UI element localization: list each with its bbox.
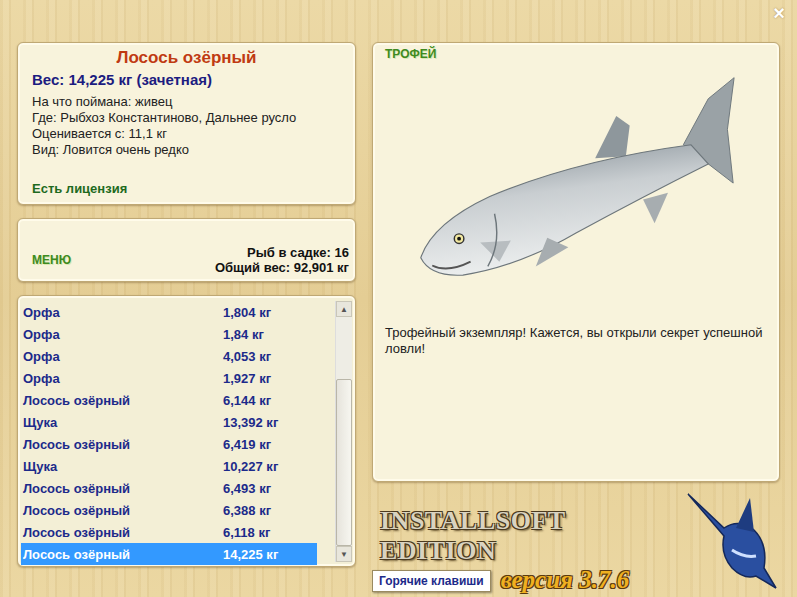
left-column: Лосось озёрный Вес: 14,225 кг (зачетная)… — [17, 42, 356, 597]
license-status: Есть лицензия — [32, 181, 341, 196]
catch-row[interactable]: Орфа 4,053 кг — [21, 345, 317, 367]
row-weight: 10,227 кг — [223, 459, 278, 474]
title-bar: × — [0, 0, 797, 42]
trophy-message: Трофейный экземпляр! Кажется, вы открыли… — [385, 325, 767, 357]
row-name: Лосось озёрный — [23, 437, 223, 452]
row-weight: 6,388 кг — [223, 503, 271, 518]
scroll-thumb[interactable] — [336, 379, 352, 546]
row-weight: 13,392 кг — [223, 415, 278, 430]
right-column: ТРОФЕЙ Трофейный экземпляр! Кажется, вы … — [372, 42, 780, 597]
row-weight: 14,225 кг — [223, 547, 278, 562]
trophy-label: ТРОФЕЙ — [385, 47, 767, 61]
catch-rows: Орфа 1,804 кгОрфа 1,84 кгОрфа 4,053 кгОр… — [21, 301, 335, 562]
scroll-track[interactable] — [336, 317, 352, 546]
row-name: Лосось озёрный — [23, 481, 223, 496]
scrollbar[interactable]: ▲ ▼ — [335, 301, 352, 562]
row-name: Лосось озёрный — [23, 547, 223, 562]
row-weight: 1,84 кг — [223, 327, 264, 342]
catch-row[interactable]: Лосось озёрный 6,493 кг — [21, 477, 317, 499]
row-name: Орфа — [23, 305, 223, 320]
catch-row[interactable]: Лосось озёрный 6,144 кг — [21, 389, 317, 411]
marlin-icon — [684, 488, 780, 592]
row-weight: 1,927 кг — [223, 371, 271, 386]
row-name: Орфа — [23, 371, 223, 386]
scroll-down-button[interactable]: ▼ — [336, 546, 352, 562]
catch-row[interactable]: Лосось озёрный 14,225 кг — [21, 543, 317, 565]
catch-row[interactable]: Орфа 1,804 кг — [21, 301, 317, 323]
logo-title: INSTALLSOFT EDITION — [372, 506, 684, 566]
keepnet-stats: Рыб в садке: 16 Общий вес: 92,901 кг — [215, 245, 349, 275]
row-weight: 6,493 кг — [223, 481, 271, 496]
detail-line: Оценивается с: 11,1 кг — [32, 126, 341, 142]
bottom-area: INSTALLSOFT EDITION Горячие клавиши верс… — [372, 482, 780, 597]
row-weight: 6,144 кг — [223, 393, 271, 408]
scroll-up-button[interactable]: ▲ — [336, 301, 352, 317]
catch-list: Орфа 1,804 кгОрфа 1,84 кгОрфа 4,053 кгОр… — [17, 295, 356, 567]
trophy-panel: ТРОФЕЙ Трофейный экземпляр! Кажется, вы … — [372, 42, 780, 482]
catch-row[interactable]: Лосось озёрный 6,118 кг — [21, 521, 317, 543]
fish-title: Лосось озёрный — [32, 48, 341, 68]
fish-weight: Вес: 14,225 кг (зачетная) — [32, 71, 341, 88]
game-window: × Лосось озёрный Вес: 14,225 кг (зачетна… — [0, 0, 797, 597]
catch-info-panel: Лосось озёрный Вес: 14,225 кг (зачетная)… — [17, 42, 356, 205]
detail-line: На что поймана: живец — [32, 94, 341, 110]
catch-details: На что поймана: живецГде: Рыбхоз Констан… — [32, 94, 341, 158]
total-weight: Общий вес: 92,901 кг — [215, 260, 349, 275]
catch-row[interactable]: Орфа 1,927 кг — [21, 367, 317, 389]
fish-picture — [385, 61, 767, 309]
detail-line: Где: Рыбхоз Константиново, Дальнее русло — [32, 110, 341, 126]
row-name: Орфа — [23, 327, 223, 342]
catch-row[interactable]: Щука 10,227 кг — [21, 455, 317, 477]
logo-area: INSTALLSOFT EDITION Горячие клавиши верс… — [372, 482, 684, 597]
row-name: Щука — [23, 459, 223, 474]
catch-row[interactable]: Лосось озёрный 6,419 кг — [21, 433, 317, 455]
main-area: Лосось озёрный Вес: 14,225 кг (зачетная)… — [0, 42, 797, 597]
row-name: Щука — [23, 415, 223, 430]
row-name: Орфа — [23, 349, 223, 364]
catch-row[interactable]: Лосось озёрный 6,388 кг — [21, 499, 317, 521]
salmon-icon — [401, 70, 751, 300]
row-weight: 4,053 кг — [223, 349, 271, 364]
row-name: Лосось озёрный — [23, 503, 223, 518]
bottom-row: Горячие клавиши версия 3.7.6 — [372, 566, 684, 597]
row-weight: 6,118 кг — [223, 525, 270, 540]
menu-button[interactable]: МЕНЮ — [32, 253, 71, 267]
menu-panel: МЕНЮ Рыб в садке: 16 Общий вес: 92,901 к… — [17, 218, 356, 282]
catch-row[interactable]: Щука 13,392 кг — [21, 411, 317, 433]
fish-count: Рыб в садке: 16 — [215, 245, 349, 260]
row-weight: 6,419 кг — [223, 437, 271, 452]
close-button[interactable]: × — [773, 0, 785, 26]
version-label: версия 3.7.6 — [501, 566, 630, 594]
catch-row[interactable]: Орфа 1,84 кг — [21, 323, 317, 345]
row-weight: 1,804 кг — [223, 305, 271, 320]
row-name: Лосось озёрный — [23, 525, 223, 540]
row-name: Лосось озёрный — [23, 393, 223, 408]
detail-line: Вид: Ловится очень редко — [32, 142, 341, 158]
hotkeys-button[interactable]: Горячие клавиши — [372, 570, 491, 592]
